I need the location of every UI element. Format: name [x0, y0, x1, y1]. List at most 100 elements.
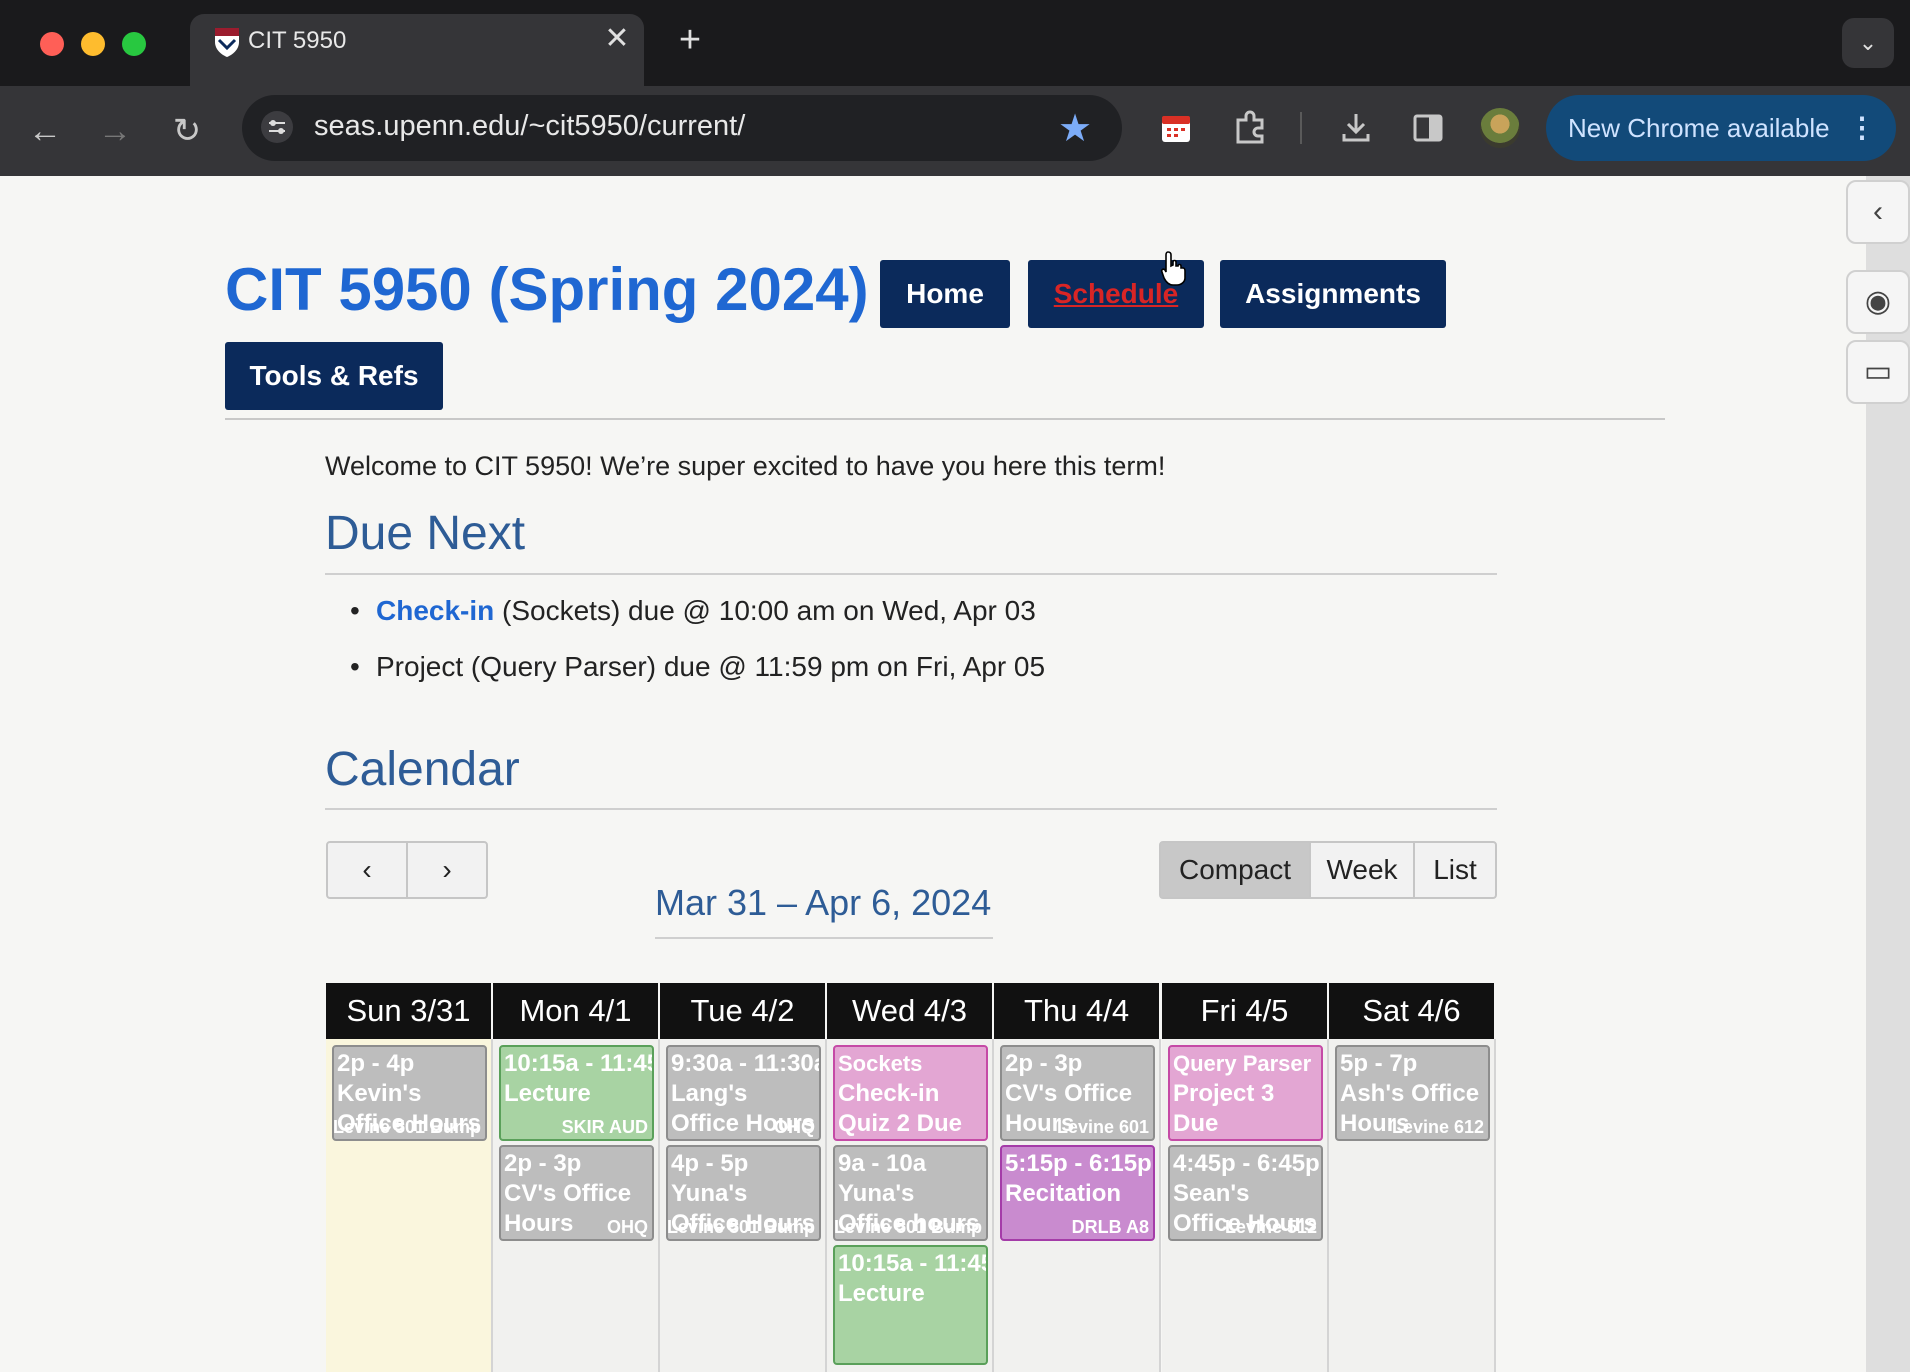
sidepanel-icon[interactable]: [1410, 110, 1446, 146]
forward-icon[interactable]: →: [90, 106, 140, 156]
eye-icon[interactable]: ◉: [1846, 270, 1910, 334]
toolbar-separator: [1300, 112, 1302, 144]
calendar-event[interactable]: 5:15p - 6:15p Recitation DRLB A8: [1000, 1145, 1155, 1241]
more-menu-icon[interactable]: ⋮: [1848, 95, 1876, 161]
event-time: 4:45p - 6:45p: [1173, 1150, 1320, 1177]
calendar-range: Mar 31 – Apr 6, 2024: [655, 882, 992, 923]
event-location: DRLB A8: [1071, 1217, 1149, 1237]
maximize-window-button[interactable]: [122, 32, 146, 56]
collapse-panel-icon[interactable]: ‹: [1846, 180, 1910, 244]
calendar-divider: [325, 808, 1497, 810]
event-time: 4p - 5p: [671, 1150, 749, 1177]
event-location: Levine 601: [1056, 1117, 1149, 1137]
calendar-event[interactable]: 9:30a - 11:30a Lang's Office Hours OHQ: [666, 1045, 821, 1141]
calendar-event[interactable]: 10:15a - 11:45 Lecture SKIR AUD: [499, 1045, 654, 1141]
due-next-heading: Due Next: [325, 507, 526, 560]
hand-cursor-icon: [1160, 251, 1186, 286]
calendar-event[interactable]: 4p - 5p Yuna's Office Hours Levine 501 Bum…: [666, 1145, 821, 1241]
event-title: Project 3 Due: [1173, 1080, 1275, 1137]
day-header: Sat 4/6: [1329, 983, 1494, 1039]
nav-home-button[interactable]: Home: [880, 260, 1010, 328]
welcome-text: Welcome to CIT 5950! We’re super excited…: [325, 451, 1166, 481]
event-time: 10:15a - 11:45: [838, 1250, 988, 1277]
tune-icon[interactable]: [260, 110, 294, 144]
event-title: Lecture: [504, 1080, 591, 1107]
bullet: •: [350, 651, 360, 682]
due-next-divider: [325, 573, 1497, 575]
minimize-window-button[interactable]: [81, 32, 105, 56]
calendar-event[interactable]: 10:15a - 11:45 Lecture: [833, 1245, 988, 1365]
close-window-button[interactable]: [40, 32, 64, 56]
due-item: • Check-in (Sockets) due @ 10:00 am on We…: [350, 595, 1036, 627]
event-title: Check-in Quiz 2 Due: [838, 1080, 963, 1137]
view-compact-button[interactable]: Compact: [1161, 843, 1311, 897]
event-location: Levine 501 Bump: [666, 1217, 815, 1237]
star-icon[interactable]: ★: [1058, 106, 1092, 151]
day-header: Thu 4/4: [994, 983, 1159, 1039]
event-title: Recitation: [1005, 1180, 1122, 1207]
due-item-text: Project (Query Parser) due @ 11:59 pm on…: [376, 651, 1046, 682]
calendar-event[interactable]: Sockets Check-in Quiz 2 Due: [833, 1045, 988, 1141]
calendar-heading: Calendar: [325, 743, 520, 796]
day-header: Wed 4/3: [827, 983, 992, 1039]
calendar-ext-icon[interactable]: [1158, 110, 1194, 146]
event-location: OHQ: [606, 1217, 648, 1237]
event-time: 2p - 3p: [1005, 1050, 1083, 1077]
event-time: 10:15a - 11:45: [504, 1050, 654, 1077]
bullet: •: [350, 595, 360, 626]
chrome-update-label: New Chrome available: [1568, 113, 1830, 143]
calendar-next-button[interactable]: ›: [408, 843, 486, 897]
calendar-event[interactable]: 2p - 3p CV's Office Hours Levine 601: [1000, 1045, 1155, 1141]
back-icon[interactable]: ←: [20, 106, 70, 156]
calendar-range-underline: [655, 937, 993, 939]
header-divider: [225, 418, 1665, 420]
view-week-button[interactable]: Week: [1311, 843, 1415, 897]
url-text[interactable]: seas.upenn.edu/~cit5950/current/: [314, 110, 745, 143]
calendar-event[interactable]: 4:45p - 6:45p Sean's Office Hours Levine 5…: [1168, 1145, 1323, 1241]
due-item: • Project (Query Parser) due @ 11:59 pm o…: [350, 651, 1045, 683]
calendar-event[interactable]: 2p - 4p Kevin's Office Hours Levine 501 Bu…: [332, 1045, 487, 1141]
day-header: Tue 4/2: [660, 983, 825, 1039]
nav-assignments-button[interactable]: Assignments: [1220, 260, 1446, 328]
calendar-event[interactable]: Query Parser Project 3 Due: [1168, 1045, 1323, 1141]
event-location: Levine 512: [1224, 1217, 1317, 1237]
event-time: 5p - 7p: [1340, 1050, 1418, 1077]
reload-icon[interactable]: ↻: [162, 106, 212, 156]
day-header: Mon 4/1: [493, 983, 658, 1039]
nav-tools-refs-button[interactable]: Tools & Refs: [225, 342, 443, 410]
note-icon[interactable]: ▭: [1846, 340, 1910, 404]
event-location: Levine 612: [1391, 1117, 1484, 1137]
check-in-link[interactable]: Check-in: [376, 595, 494, 626]
penn-shield-icon: [215, 28, 239, 57]
event-location: OHQ: [773, 1117, 815, 1137]
event-title: Lecture: [838, 1280, 925, 1307]
calendar-prev-button[interactable]: ‹: [328, 843, 408, 897]
event-time: 5:15p - 6:15p: [1005, 1150, 1152, 1177]
event-location: Levine 501 Bump: [833, 1217, 982, 1237]
chrome-update-button[interactable]: New Chrome available ⋮: [1546, 95, 1896, 161]
tab-close-icon[interactable]: ✕: [600, 22, 634, 56]
calendar-view-group: Compact Week List: [1159, 841, 1497, 899]
download-icon[interactable]: [1338, 110, 1374, 146]
tab-search-icon[interactable]: ⌄: [1842, 18, 1894, 68]
day-header: Sun 3/31: [326, 983, 491, 1039]
calendar-event[interactable]: 9a - 10a Yuna's Office hours Levine 501 Bu…: [833, 1145, 988, 1241]
calendar-event[interactable]: 5p - 7p Ash's Office Hours Levine 612: [1335, 1045, 1490, 1141]
due-item-text: (Sockets) due @ 10:00 am on Wed, Apr 03: [494, 595, 1036, 626]
event-time: Query Parser: [1173, 1051, 1312, 1076]
event-location: SKIR AUD: [561, 1117, 648, 1137]
extensions-icon[interactable]: [1232, 110, 1268, 146]
tab-title: CIT 5950: [248, 27, 347, 54]
calendar-nav-group: ‹ ›: [326, 841, 488, 899]
avatar[interactable]: [1480, 108, 1520, 148]
event-time: Sockets: [838, 1051, 923, 1076]
view-list-button[interactable]: List: [1415, 843, 1495, 897]
event-time: 2p - 4p: [337, 1050, 415, 1077]
site-title[interactable]: CIT 5950 (Spring 2024): [225, 255, 869, 324]
day-header: Fri 4/5: [1162, 983, 1327, 1039]
event-location: Levine 501 Bump: [332, 1117, 481, 1137]
calendar-grid: Sun 3/31 2p - 4p Kevin's Office Hours Levin…: [326, 983, 1496, 1372]
new-tab-icon[interactable]: +: [670, 20, 710, 60]
event-time: 2p - 3p: [504, 1150, 582, 1177]
calendar-event[interactable]: 2p - 3p CV's Office Hours OHQ: [499, 1145, 654, 1241]
